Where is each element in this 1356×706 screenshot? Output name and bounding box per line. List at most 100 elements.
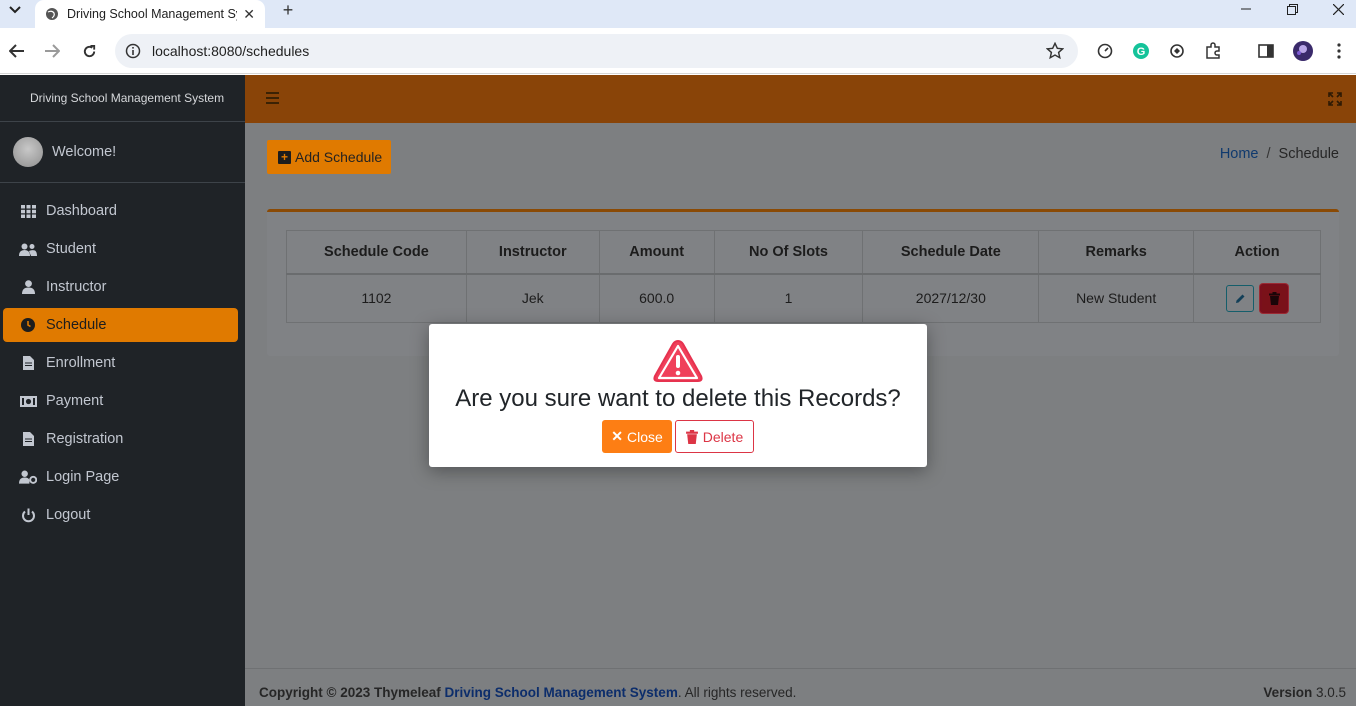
sidebar-item-dashboard[interactable]: Dashboard [3, 194, 238, 228]
cell-slots: 1 [713, 273, 864, 323]
column-header: Schedule Code [286, 230, 467, 275]
sidebar-item-label: Registration [46, 431, 124, 447]
profile-avatar[interactable] [1293, 41, 1313, 61]
column-header: Action [1193, 230, 1321, 275]
sidebar-item-logout[interactable]: Logout [3, 498, 238, 532]
breadcrumb-home-link[interactable]: Home [1220, 146, 1259, 162]
version-label: Version [1263, 685, 1313, 700]
table-header-row: Schedule Code Instructor Amount No Of Sl… [286, 230, 1321, 275]
delete-confirm-modal: Are you sure want to delete this Records… [429, 324, 927, 467]
column-header: Instructor [465, 230, 600, 275]
grammarly-icon[interactable]: G [1131, 41, 1151, 61]
column-header: Schedule Date [862, 230, 1040, 275]
column-header: Remarks [1038, 230, 1195, 275]
user-panel: Welcome! [0, 122, 245, 183]
user-cog-icon [19, 469, 37, 485]
add-schedule-label: Add Schedule [295, 149, 383, 165]
edit-button[interactable] [1226, 284, 1255, 312]
address-bar[interactable]: localhost:8080/schedules [115, 34, 1078, 68]
tab-search-icon[interactable] [4, 0, 26, 20]
brand-text: Driving School Management System [30, 91, 225, 105]
breadcrumb: Home / Schedule [1220, 146, 1339, 162]
sidebar: Driving School Management System Welcome… [0, 75, 245, 706]
power-icon [19, 507, 37, 523]
copyright-prefix: Copyright © 2023 Thymeleaf [259, 685, 441, 700]
plus-square-icon: + [278, 150, 291, 164]
delete-label: Delete [702, 428, 744, 445]
version-number: 3.0.5 [1315, 685, 1346, 700]
column-header: Amount [598, 230, 715, 275]
column-header: No Of Slots [713, 230, 864, 275]
main-header [245, 75, 1356, 123]
sidebar-item-instructor[interactable]: Instructor [3, 270, 238, 304]
tab-title: Driving School Management Sy [67, 7, 237, 21]
star-icon[interactable] [1046, 42, 1064, 60]
bars-icon[interactable] [266, 92, 279, 104]
user-icon [19, 279, 37, 295]
users-icon [19, 241, 37, 257]
close-icon: ✕ [611, 428, 623, 444]
speed-icon[interactable] [1095, 41, 1115, 61]
version-text: Version 3.0.5 [1263, 685, 1346, 700]
sidebar-item-schedule[interactable]: Schedule [3, 308, 238, 342]
modal-title: Are you sure want to delete this Records… [455, 385, 901, 412]
welcome-text: Welcome! [52, 144, 117, 160]
footer: Copyright © 2023 Thymeleaf Driving Schoo… [245, 668, 1356, 706]
trash-icon [1268, 291, 1280, 305]
breadcrumb-current: Schedule [1278, 146, 1339, 162]
restore-icon[interactable] [1269, 0, 1315, 18]
svg-text:G: G [1137, 46, 1146, 58]
sidebar-item-registration[interactable]: Registration [3, 422, 238, 456]
cell-schedule-code: 1102 [286, 273, 467, 323]
avatar [13, 137, 43, 167]
sidebar-item-label: Enrollment [46, 355, 116, 371]
table-row: 1102 Jek 600.0 1 2027/12/30 New Student [286, 273, 1321, 323]
globe-icon [46, 8, 58, 20]
copyright-suffix: . All rights reserved. [677, 685, 797, 700]
plus-icon[interactable]: + [277, 0, 299, 20]
footer-link[interactable]: Driving School Management System [445, 685, 678, 700]
delete-button[interactable] [1259, 283, 1288, 313]
sidebar-menu: Dashboard Student Instructor Schedule En… [0, 183, 245, 532]
extensions-icon[interactable] [1203, 41, 1223, 61]
window-close-icon[interactable] [1315, 0, 1356, 18]
trash-icon [685, 429, 698, 444]
sidebar-item-payment[interactable]: Payment [3, 384, 238, 418]
cell-schedule-date: 2027/12/30 [862, 273, 1040, 323]
expand-icon[interactable] [1328, 92, 1342, 106]
sidebar-item-login-page[interactable]: Login Page [3, 460, 238, 494]
sidebar-item-label: Login Page [46, 469, 120, 485]
brand-link[interactable]: Driving School Management System [0, 75, 245, 122]
forward-icon[interactable] [41, 40, 63, 62]
sidebar-item-label: Student [46, 241, 96, 257]
sidebar-item-student[interactable]: Student [3, 232, 238, 266]
reload-icon[interactable] [78, 40, 100, 62]
sidebar-item-label: Instructor [46, 279, 107, 295]
cell-amount: 600.0 [598, 273, 715, 323]
delete-confirm-button[interactable]: Delete [675, 420, 754, 453]
grid-icon [19, 203, 37, 219]
close-button[interactable]: ✕ Close [602, 420, 672, 453]
browser-tab[interactable]: Driving School Management Sy ✕ [35, 0, 265, 28]
sidebar-item-enrollment[interactable]: Enrollment [3, 346, 238, 380]
sidebar-item-label: Payment [46, 393, 104, 409]
clock-icon [19, 317, 37, 333]
close-icon[interactable]: ✕ [243, 6, 255, 23]
browser-tab-strip: Driving School Management Sy ✕ + [0, 0, 1356, 28]
sidebar-item-label: Schedule [46, 317, 107, 333]
close-label: Close [626, 428, 663, 445]
money-icon [19, 393, 37, 409]
site-info-icon[interactable] [125, 43, 141, 59]
sync-icon[interactable] [1167, 41, 1187, 61]
back-icon[interactable] [6, 40, 28, 62]
browser-toolbar: localhost:8080/schedules G [0, 28, 1356, 74]
cell-instructor: Jek [465, 273, 600, 323]
file-icon [19, 431, 37, 447]
add-schedule-button[interactable]: + Add Schedule [267, 140, 391, 174]
minimize-icon[interactable] [1223, 0, 1269, 18]
side-panel-icon[interactable] [1256, 41, 1276, 61]
cell-remarks: New Student [1038, 273, 1195, 323]
sidebar-item-label: Dashboard [46, 203, 117, 219]
more-icon[interactable] [1329, 41, 1349, 61]
cell-actions [1193, 273, 1321, 323]
